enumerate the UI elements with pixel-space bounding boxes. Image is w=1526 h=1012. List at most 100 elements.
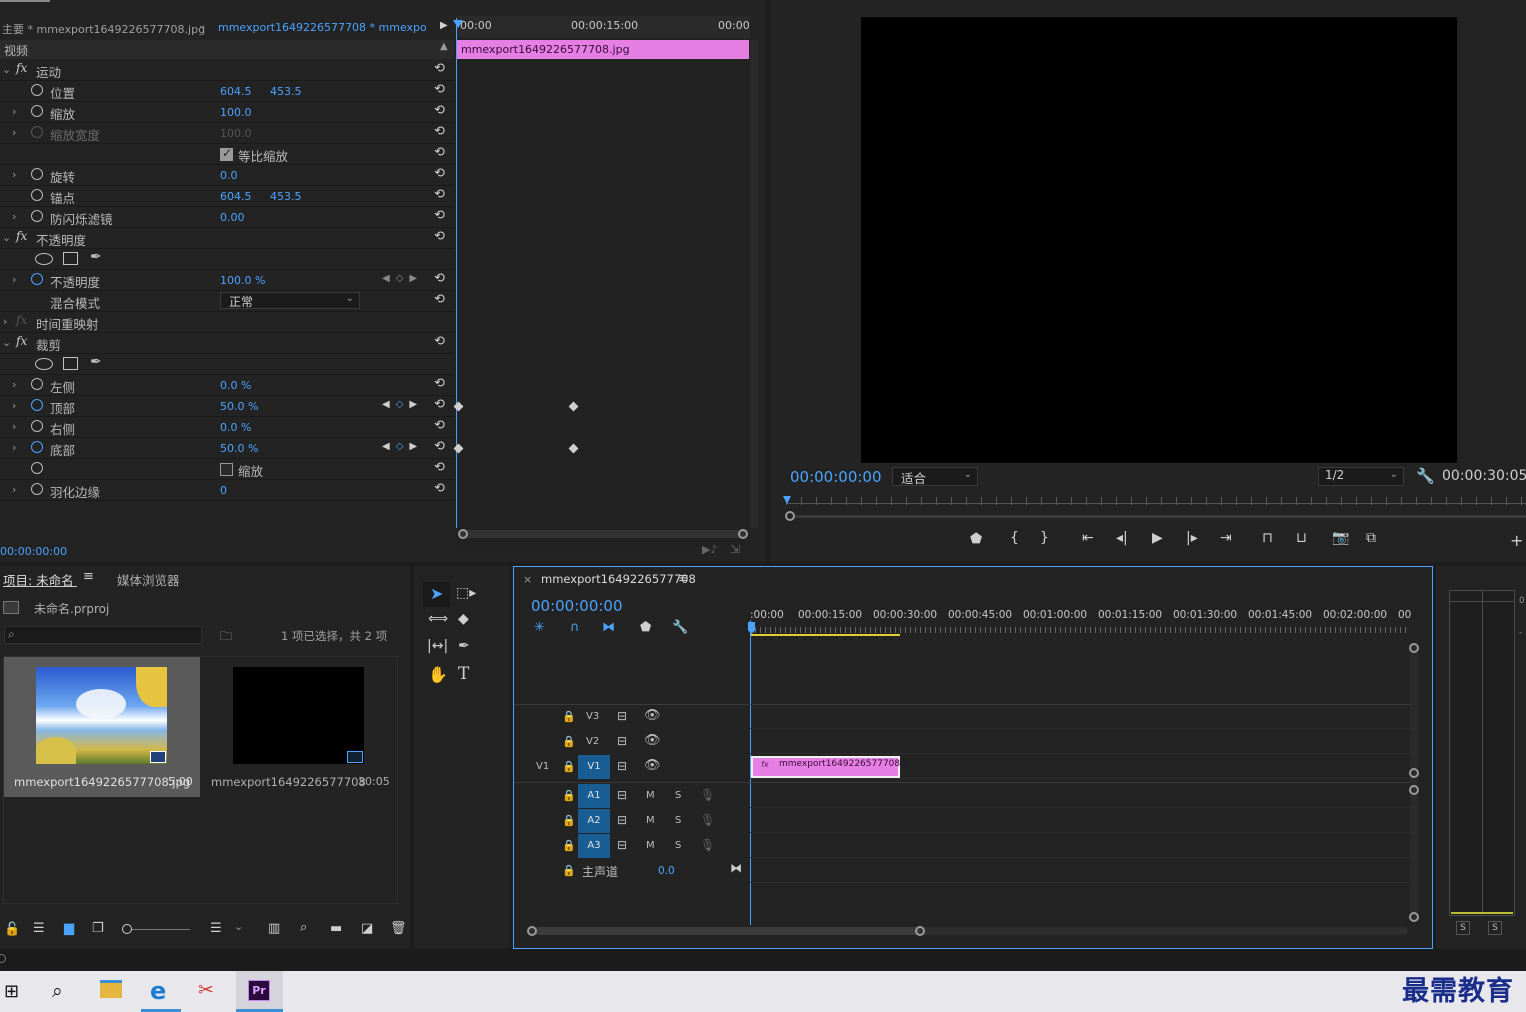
scroll-handle[interactable]	[1409, 912, 1419, 922]
scroll-handle[interactable]	[1409, 785, 1419, 795]
master-clip-label[interactable]: 主要 * mmexport1649226577708.jpg	[2, 21, 205, 37]
extract-icon[interactable]: ⊔	[1296, 530, 1307, 546]
scroll-handle-right[interactable]	[738, 529, 748, 539]
panel-menu-icon[interactable]: ≡	[678, 571, 689, 586]
track-select-tool-icon[interactable]: ⬚▸	[456, 585, 476, 601]
program-zoom-bar[interactable]	[795, 515, 1526, 518]
file-explorer-icon[interactable]	[100, 980, 122, 998]
playhead-marker-icon[interactable]	[453, 20, 463, 28]
new-search-bin-icon[interactable]: 🗀	[220, 627, 232, 648]
work-area-bar[interactable]	[750, 634, 900, 636]
new-item-icon[interactable]: ◪	[361, 921, 373, 936]
timeline-vscrollbar[interactable]	[1410, 645, 1418, 920]
razor-tool-icon[interactable]: ◆	[458, 611, 469, 627]
go-to-in-icon[interactable]: ⇤	[1082, 530, 1094, 546]
eye-icon[interactable]: 👁	[644, 733, 661, 748]
reset-icon[interactable]: ⟲	[434, 271, 445, 286]
chevron-down-icon[interactable]: ⌄	[2, 63, 11, 76]
mic-icon[interactable]: 🎙	[700, 838, 715, 852]
reset-icon[interactable]: ⟲	[434, 61, 445, 76]
track-lane-a1[interactable]	[750, 784, 1410, 808]
play-audio-icon[interactable]: ▶♪	[702, 543, 717, 556]
meter-solo-left[interactable]: S	[1456, 921, 1470, 935]
eye-icon[interactable]: 👁	[644, 708, 661, 723]
snipping-tool-icon[interactable]: ✂	[198, 979, 214, 1001]
lock-icon[interactable]: 🔓	[4, 922, 20, 937]
lock-icon[interactable]: 🔒	[562, 760, 576, 773]
search-icon[interactable]: ⌕	[52, 980, 63, 1002]
chevron-right-icon[interactable]: ›	[12, 126, 16, 139]
chevron-down-icon[interactable]: ⌄	[234, 920, 243, 933]
play-icon[interactable]: ▶	[1152, 530, 1163, 546]
reset-icon[interactable]: ⟲	[434, 460, 445, 475]
sort-icon[interactable]: ☰	[210, 921, 222, 936]
chevron-right-icon[interactable]: ›	[12, 483, 16, 496]
sync-lock-icon[interactable]: ⊟	[617, 838, 627, 852]
chevron-right-icon[interactable]: ›	[3, 315, 7, 328]
anchor-x-value[interactable]: 604.5	[220, 190, 252, 203]
sequence-clip-label[interactable]: mmexport1649226577708 * mmexport1...	[218, 21, 426, 34]
new-bin-icon[interactable]: ▬	[330, 921, 342, 936]
freeform-view-icon[interactable]: ❐	[92, 921, 104, 936]
chevron-right-icon[interactable]: ›	[12, 441, 16, 454]
track-target-a1[interactable]: A1	[578, 784, 610, 808]
sync-lock-icon[interactable]: ⊟	[617, 788, 627, 802]
pen-tool-icon[interactable]: ✒	[458, 638, 470, 654]
scale-value[interactable]: 100.0	[220, 106, 252, 119]
effect-vscrollbar[interactable]	[750, 40, 758, 528]
icon-view-icon[interactable]: ▆	[64, 921, 74, 936]
play-triangle-icon[interactable]: ▶	[440, 20, 448, 31]
reset-icon[interactable]: ⟲	[434, 166, 445, 181]
effect-timeline-clip[interactable]: mmexport1649226577708.jpg	[457, 40, 749, 59]
sync-lock-icon[interactable]: ⊟	[617, 709, 627, 723]
stopwatch-icon[interactable]	[31, 210, 43, 222]
anchor-y-value[interactable]: 453.5	[270, 190, 302, 203]
anti-flicker-value[interactable]: 0.00	[220, 211, 245, 224]
zoom-slider-handle[interactable]	[122, 924, 132, 934]
playhead-marker-icon[interactable]	[783, 496, 791, 504]
position-x-value[interactable]: 604.5	[220, 85, 252, 98]
compare-view-icon[interactable]: ⧉	[1366, 530, 1376, 546]
go-to-next-edit-icon[interactable]: ⧓	[730, 861, 742, 875]
chevron-down-icon[interactable]: ⌄	[2, 231, 11, 244]
edge-browser-icon[interactable]: e	[150, 977, 166, 1005]
step-back-icon[interactable]: ◂|	[1116, 530, 1128, 546]
reset-icon[interactable]: ⟲	[434, 439, 445, 454]
hand-tool-icon[interactable]: ✋	[428, 665, 448, 684]
panel-menu-icon[interactable]: ≡	[83, 569, 94, 584]
crop-bottom-value[interactable]: 50.0 %	[220, 442, 258, 455]
effect-timeline-ruler[interactable]: 00:00 00:00:15:00 00:00	[456, 16, 750, 38]
solo-button[interactable]: S	[675, 840, 681, 851]
lock-icon[interactable]: 🔒	[562, 864, 576, 877]
add-marker-icon[interactable]: ⬟	[970, 531, 982, 547]
slip-tool-icon[interactable]: |↔|	[427, 638, 448, 654]
lock-icon[interactable]: 🔒	[562, 735, 576, 748]
crop-right-value[interactable]: 0.0 %	[220, 421, 251, 434]
snap-magnet-icon[interactable]: ∩	[570, 620, 580, 635]
meter-solo-right[interactable]: S	[1488, 921, 1502, 935]
eye-icon[interactable]: 👁	[644, 758, 661, 773]
reset-icon[interactable]: ⟲	[434, 124, 445, 139]
zoom-slider-track[interactable]	[132, 929, 190, 930]
opacity-value[interactable]: 100.0 %	[220, 274, 265, 287]
master-volume-value[interactable]: 0.0	[658, 865, 675, 877]
reset-icon[interactable]: ⟲	[434, 376, 445, 391]
lock-icon[interactable]: 🔒	[562, 789, 576, 802]
fx-icon[interactable]: fx	[16, 229, 27, 243]
mute-button[interactable]: M	[646, 815, 655, 826]
stopwatch-icon[interactable]	[31, 420, 43, 432]
reset-icon[interactable]: ⟲	[434, 208, 445, 223]
track-lane-v3[interactable]	[750, 705, 1410, 729]
automate-icon[interactable]: ▥	[268, 921, 280, 936]
mic-icon[interactable]: 🎙	[700, 813, 715, 827]
track-target-v1[interactable]: V1	[578, 755, 610, 779]
reset-icon[interactable]: ⟲	[434, 397, 445, 412]
mark-out-icon[interactable]: }	[1040, 530, 1049, 546]
collapse-up-icon[interactable]: ▲	[440, 41, 448, 52]
effect-timeline[interactable]	[456, 16, 750, 546]
lift-icon[interactable]: ⊓	[1262, 530, 1273, 546]
stopwatch-icon[interactable]	[31, 441, 43, 453]
stopwatch-icon[interactable]	[31, 483, 43, 495]
effect-crop[interactable]: ⌄ fx 裁剪 ⟲	[0, 333, 454, 354]
stopwatch-icon[interactable]	[31, 168, 43, 180]
